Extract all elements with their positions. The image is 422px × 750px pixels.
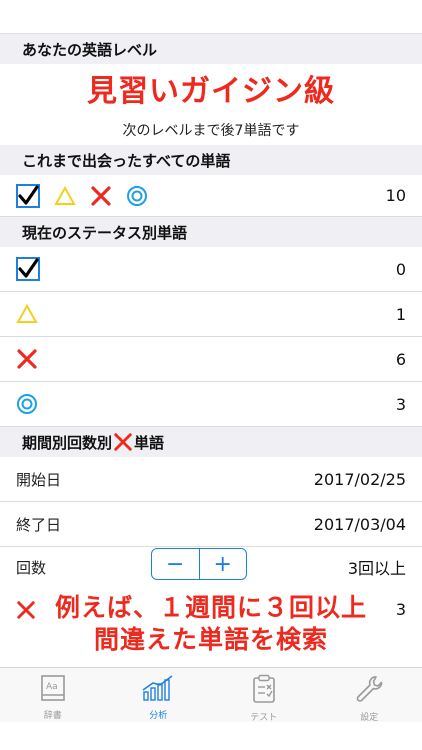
status-count-triangle: 1 xyxy=(395,304,406,324)
status-section-title: 現在のステータス別単語 xyxy=(22,223,188,242)
stepper-plus-button[interactable]: + xyxy=(198,549,247,579)
cross-icon xyxy=(113,432,133,452)
end-date-value[interactable]: 2017/03/04 xyxy=(314,515,406,534)
start-date-label: 開始日 xyxy=(16,470,62,489)
double-circle-icon xyxy=(126,185,148,207)
tab-bar: Aa 辞書 分析 テスト 設定 xyxy=(0,667,422,723)
cross-icon xyxy=(16,348,38,370)
test-clipboard-icon xyxy=(251,674,277,708)
status-bar-area xyxy=(0,0,422,34)
cross-icon xyxy=(90,185,112,207)
svg-text:Aa: Aa xyxy=(46,682,58,692)
period-section-header: 期間別回数別 単語 xyxy=(0,427,422,457)
stepper-minus-button[interactable]: − xyxy=(152,549,199,579)
check-icon xyxy=(16,257,40,281)
status-count-cross: 6 xyxy=(395,349,406,369)
period-section-title-suffix: 単語 xyxy=(134,433,165,452)
all-words-section-header: これまで出会ったすべての単語 xyxy=(0,145,422,175)
dictionary-icon: Aa xyxy=(40,674,66,706)
period-section-title-prefix: 期間別回数別 xyxy=(22,433,113,452)
settings-wrench-icon xyxy=(354,674,384,708)
home-indicator-area xyxy=(0,722,422,750)
level-section-title: あなたの英語レベル xyxy=(22,40,158,59)
count-stepper[interactable]: − + xyxy=(151,548,247,580)
start-date-row[interactable]: 開始日 2017/02/25 xyxy=(0,457,422,502)
all-words-count: 10 xyxy=(385,186,406,205)
level-section-header: あなたの英語レベル xyxy=(0,34,422,64)
status-row-check[interactable]: 0 xyxy=(0,247,422,292)
status-row-triangle[interactable]: 1 xyxy=(0,292,422,337)
triangle-icon xyxy=(54,185,76,206)
count-label: 回数 xyxy=(16,558,47,577)
level-name: 見習いガイジン級 xyxy=(87,74,335,109)
tab-dictionary-label: 辞書 xyxy=(43,711,62,721)
end-date-row[interactable]: 終了日 2017/03/04 xyxy=(0,502,422,547)
all-words-row[interactable]: 10 xyxy=(0,175,422,217)
status-count-double-circle: 3 xyxy=(395,394,406,414)
promo-caption-line1: 例えば、１週間に３回以上 xyxy=(54,593,367,622)
end-date-label: 終了日 xyxy=(16,515,62,534)
tab-dictionary[interactable]: Aa 辞書 xyxy=(0,668,106,722)
check-icon xyxy=(16,183,40,208)
status-row-double-circle[interactable]: 3 xyxy=(0,382,422,427)
analysis-chart-icon xyxy=(141,674,175,706)
start-date-value[interactable]: 2017/02/25 xyxy=(314,470,406,489)
double-circle-icon xyxy=(16,393,38,415)
tab-test[interactable]: テスト xyxy=(211,668,317,723)
next-level-text: 次のレベルまで後7単語です xyxy=(122,123,300,139)
status-count-check: 0 xyxy=(395,259,406,279)
status-row-cross[interactable]: 6 xyxy=(0,337,422,382)
promo-caption-line2: 間違えた単語を検索 xyxy=(93,625,328,654)
tab-analysis-label: 分析 xyxy=(149,711,168,721)
all-words-section-title: これまで出会ったすべての単語 xyxy=(22,151,231,170)
status-section-header: 現在のステータス別単語 xyxy=(0,217,422,247)
triangle-icon xyxy=(16,304,38,324)
tab-settings[interactable]: 設定 xyxy=(317,668,422,723)
count-value: 3回以上 xyxy=(347,559,406,578)
tab-analysis[interactable]: 分析 xyxy=(106,668,212,722)
